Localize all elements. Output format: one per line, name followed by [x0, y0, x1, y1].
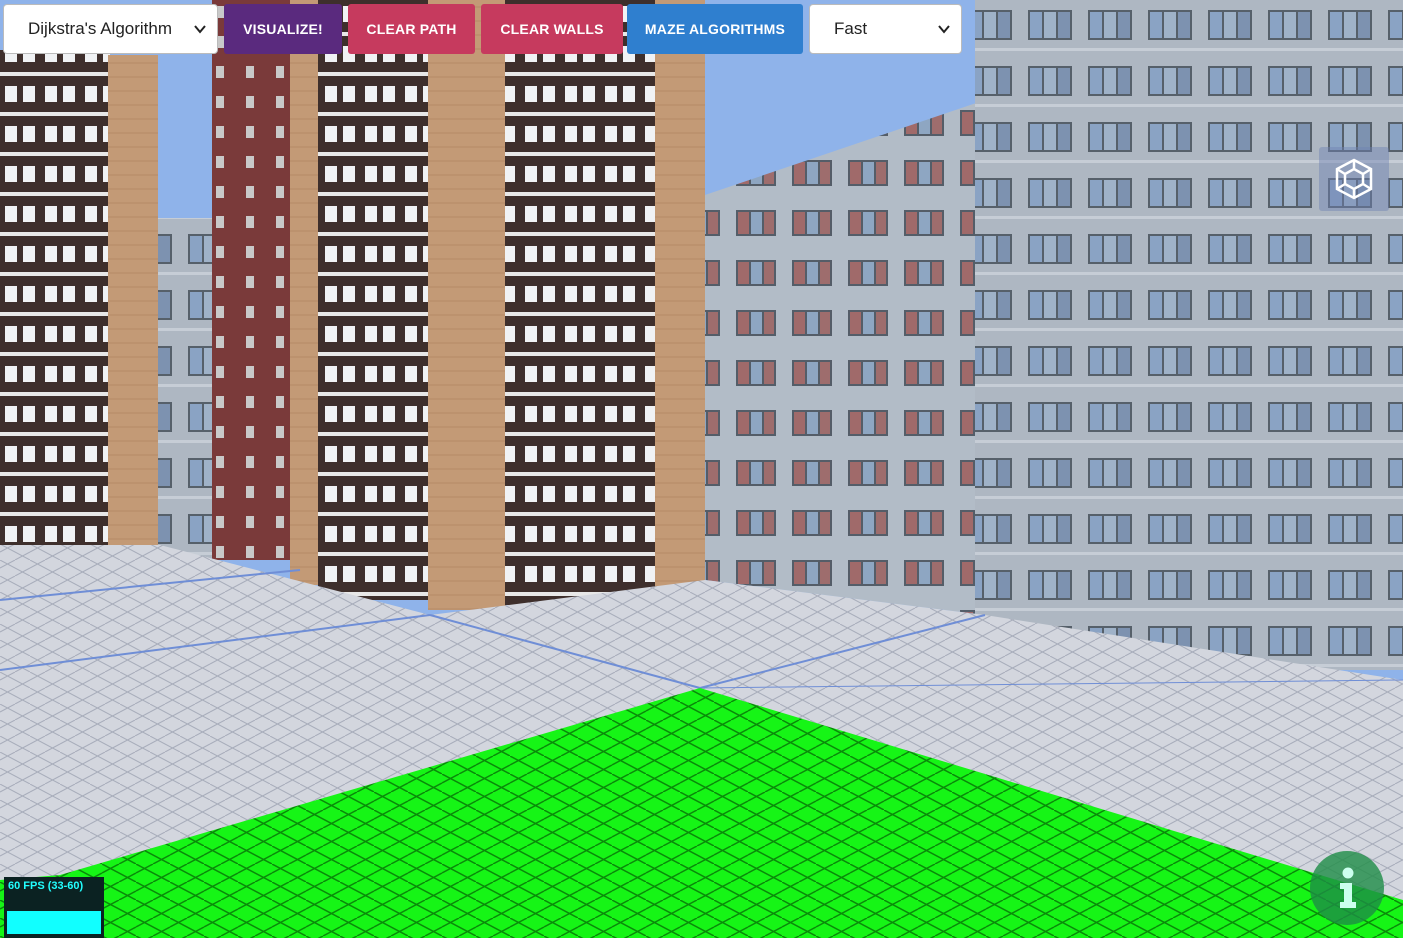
building-left-side [108, 55, 158, 545]
clear-path-button[interactable]: CLEAR PATH [348, 4, 475, 54]
chevron-down-icon [194, 25, 206, 34]
visualize-button[interactable]: VISUALIZE! [224, 4, 342, 54]
building-red [212, 0, 292, 560]
3d-scene-canvas[interactable] [0, 0, 1403, 938]
algorithm-select-value: Dijkstra's Algorithm [28, 19, 173, 38]
building-grey-right [975, 0, 1403, 670]
building-distant [158, 218, 213, 558]
building-center-edge [655, 0, 705, 590]
building-center-side [290, 0, 320, 585]
maze-algorithms-button[interactable]: MAZE ALGORITHMS [627, 4, 803, 54]
building-center-right [505, 0, 660, 605]
speed-select[interactable]: Fast [809, 4, 962, 54]
view-toggle-button[interactable] [1319, 147, 1389, 211]
fps-stats-panel[interactable]: 60 FPS (33-60) [4, 877, 104, 938]
fps-graph [7, 911, 101, 934]
algorithm-select[interactable]: Dijkstra's Algorithm [3, 4, 218, 54]
fps-text: 60 FPS (33-60) [8, 880, 84, 892]
building-center-corner [428, 0, 506, 610]
info-icon [1340, 867, 1356, 908]
building-center-left [318, 0, 430, 600]
info-button[interactable] [1310, 851, 1384, 925]
cube-wireframe-icon [1335, 158, 1373, 200]
speed-select-value: Fast [834, 19, 868, 38]
chevron-down-icon [938, 25, 950, 34]
building-left [0, 50, 110, 550]
clear-walls-button[interactable]: CLEAR WALLS [481, 4, 623, 54]
